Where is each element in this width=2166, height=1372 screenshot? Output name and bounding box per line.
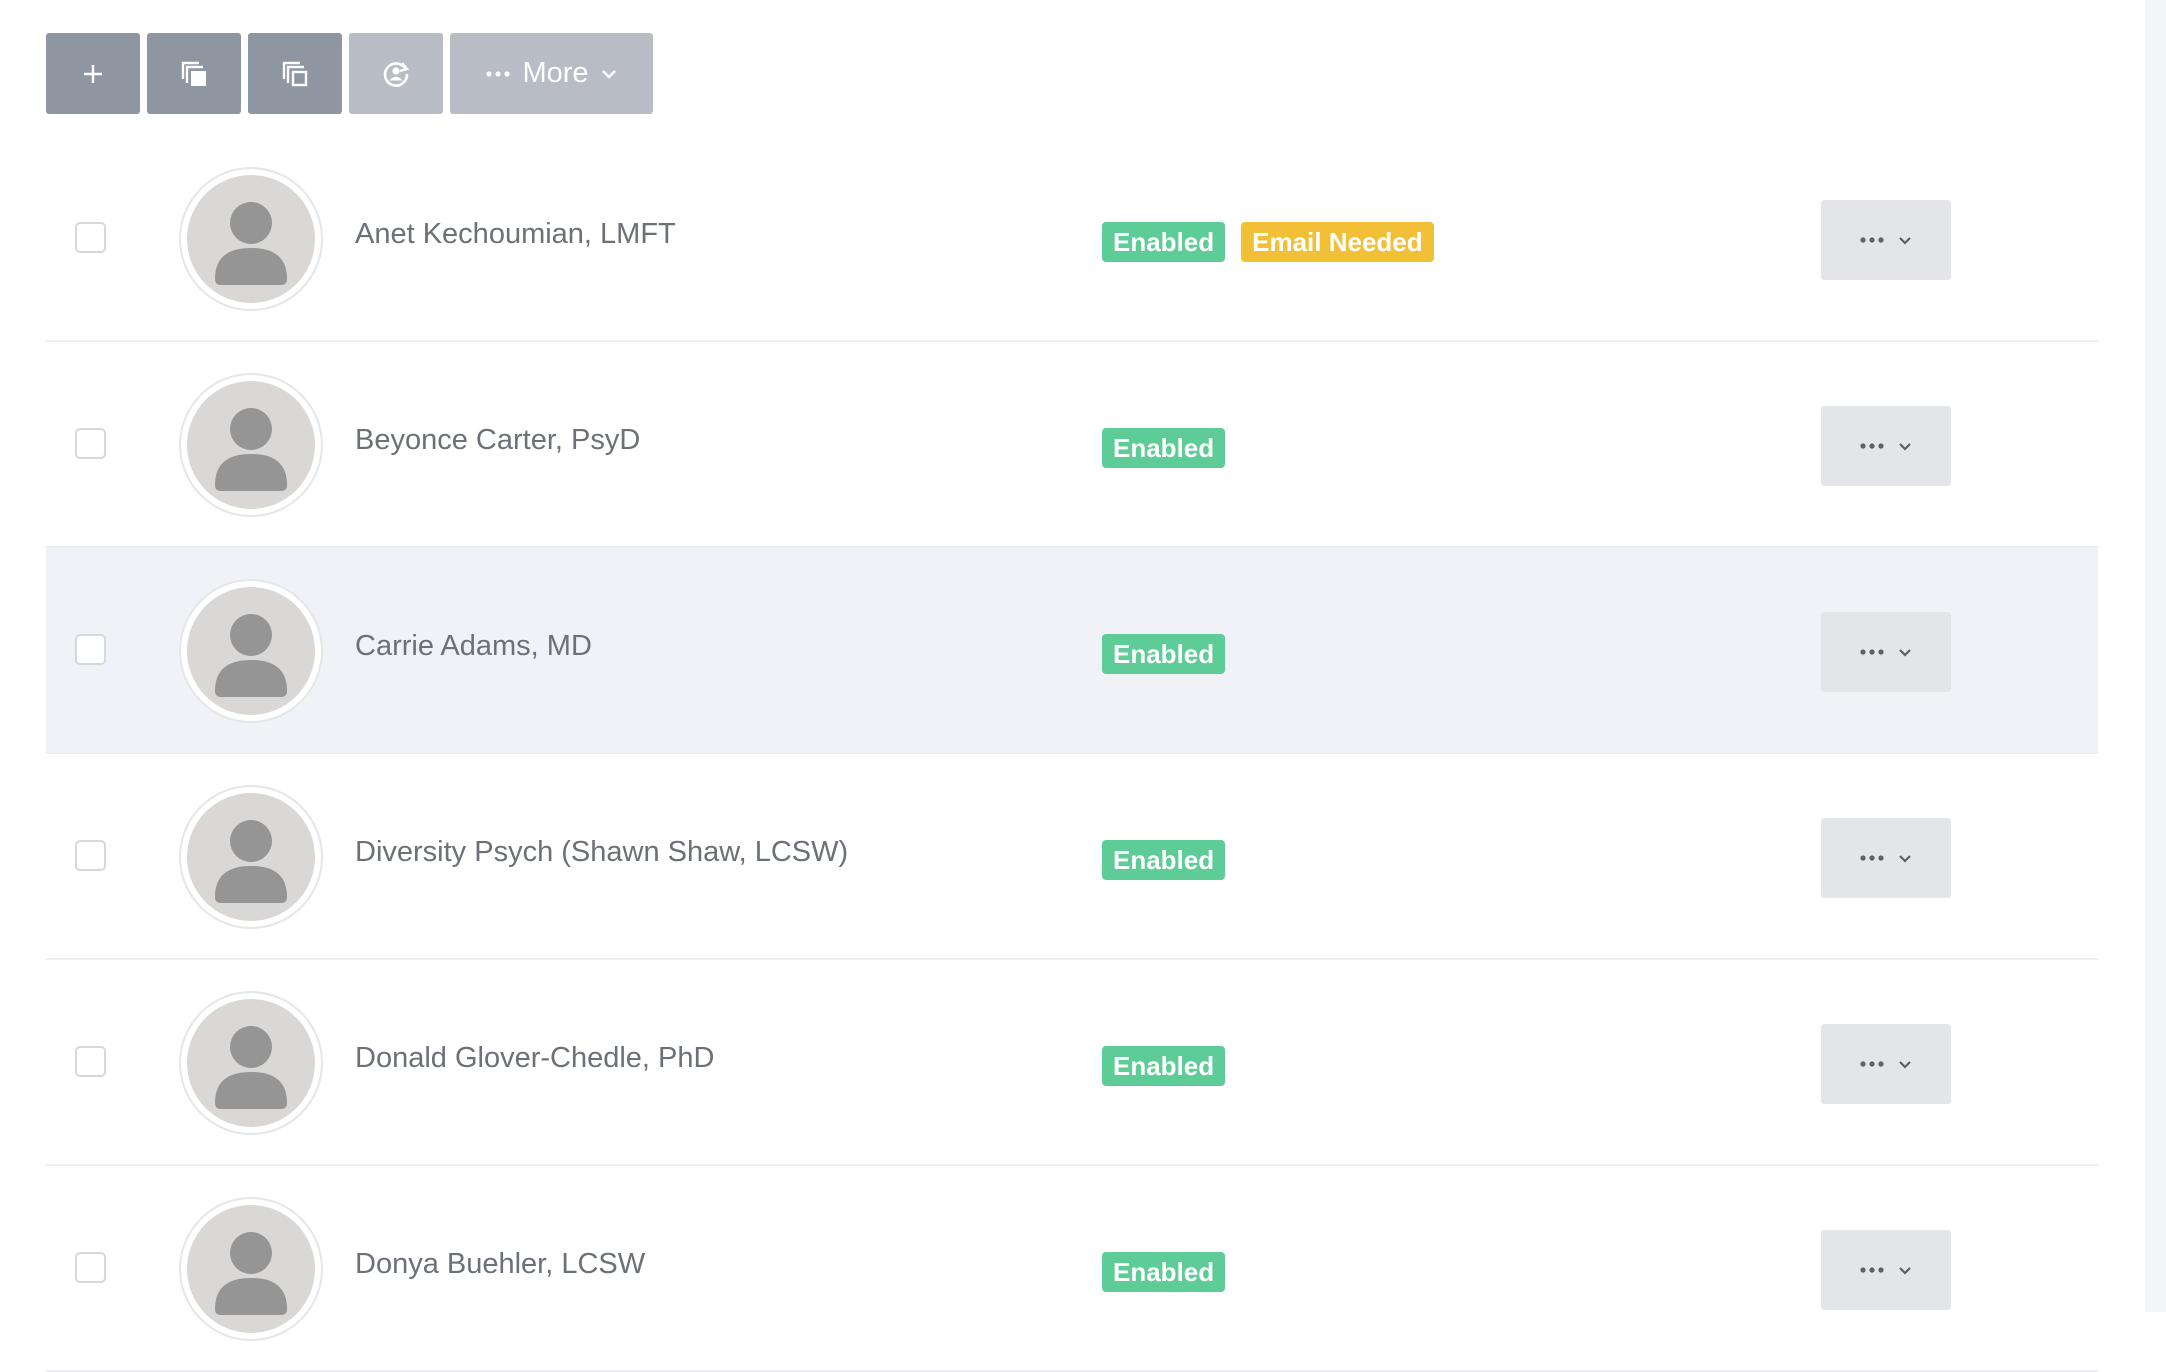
- chevron-down-icon: [1898, 1060, 1912, 1069]
- status-badges: Enabled: [1102, 428, 1226, 468]
- user-placeholder-icon: [187, 587, 315, 715]
- user-placeholder-icon: [187, 1205, 315, 1333]
- table-row[interactable]: Donya Buehler, LCSW Enabled: [46, 1166, 2098, 1372]
- table-row[interactable]: Beyonce Carter, PsyD Enabled: [46, 342, 2098, 548]
- reset-button[interactable]: [349, 33, 443, 114]
- copy-button[interactable]: [147, 33, 241, 114]
- chevron-down-icon: [1898, 236, 1912, 245]
- copy-filled-icon: [179, 59, 209, 89]
- status-badges: Enabled: [1102, 1252, 1226, 1292]
- enabled-badge: Enabled: [1102, 1046, 1226, 1086]
- ellipsis-icon: [1860, 442, 1884, 450]
- scrollbar[interactable]: [2145, 0, 2166, 1312]
- row-actions-button[interactable]: [1821, 1024, 1951, 1104]
- enabled-badge: Enabled: [1102, 428, 1226, 468]
- user-refresh-icon: [381, 59, 411, 89]
- ellipsis-icon: [1860, 236, 1884, 244]
- row-checkbox[interactable]: [75, 428, 106, 459]
- row-checkbox[interactable]: [75, 1046, 106, 1077]
- avatar: [179, 579, 323, 723]
- status-badges: Enabled Email Needed: [1102, 222, 1434, 262]
- row-actions-button[interactable]: [1821, 1230, 1951, 1310]
- row-checkbox[interactable]: [75, 634, 106, 665]
- row-checkbox[interactable]: [75, 1252, 106, 1283]
- chevron-down-icon: [1898, 442, 1912, 451]
- plus-icon: [81, 62, 105, 86]
- user-placeholder-icon: [187, 999, 315, 1127]
- avatar: [179, 991, 323, 1135]
- enabled-badge: Enabled: [1102, 840, 1226, 880]
- avatar: [179, 167, 323, 311]
- add-button[interactable]: [46, 33, 140, 114]
- email-needed-badge: Email Needed: [1241, 222, 1434, 262]
- copy-outline-icon: [280, 59, 310, 89]
- avatar: [179, 373, 323, 517]
- ellipsis-icon: [1860, 1060, 1884, 1068]
- more-button[interactable]: More: [450, 33, 653, 114]
- chevron-down-icon: [1898, 1266, 1912, 1275]
- provider-name[interactable]: Donya Buehler, LCSW: [355, 1248, 645, 1281]
- table-row[interactable]: Carrie Adams, MD Enabled: [46, 548, 2098, 754]
- enabled-badge: Enabled: [1102, 222, 1226, 262]
- table-row[interactable]: Anet Kechoumian, LMFT Enabled Email Needed: [46, 136, 2098, 342]
- provider-name[interactable]: Anet Kechoumian, LMFT: [355, 218, 676, 251]
- chevron-down-icon: [1898, 854, 1912, 863]
- provider-name[interactable]: Diversity Psych (Shawn Shaw, LCSW): [355, 836, 848, 869]
- toolbar: More: [46, 33, 653, 114]
- provider-name[interactable]: Donald Glover-Chedle, PhD: [355, 1042, 714, 1075]
- chevron-down-icon: [1898, 648, 1912, 657]
- chevron-down-icon: [601, 69, 617, 79]
- avatar: [179, 1197, 323, 1341]
- more-label: More: [522, 57, 589, 89]
- table-row[interactable]: Diversity Psych (Shawn Shaw, LCSW) Enable…: [46, 754, 2098, 960]
- status-badges: Enabled: [1102, 840, 1226, 880]
- duplicate-button[interactable]: [248, 33, 342, 114]
- ellipsis-icon: [1860, 854, 1884, 862]
- row-checkbox[interactable]: [75, 840, 106, 871]
- row-actions-button[interactable]: [1821, 406, 1951, 486]
- row-checkbox[interactable]: [75, 222, 106, 253]
- user-placeholder-icon: [187, 793, 315, 921]
- enabled-badge: Enabled: [1102, 1252, 1226, 1292]
- row-actions-button[interactable]: [1821, 818, 1951, 898]
- status-badges: Enabled: [1102, 634, 1226, 674]
- enabled-badge: Enabled: [1102, 634, 1226, 674]
- user-placeholder-icon: [187, 381, 315, 509]
- ellipsis-icon: [1860, 1266, 1884, 1274]
- provider-name[interactable]: Beyonce Carter, PsyD: [355, 424, 640, 457]
- provider-name[interactable]: Carrie Adams, MD: [355, 630, 592, 663]
- status-badges: Enabled: [1102, 1046, 1226, 1086]
- provider-list: Anet Kechoumian, LMFT Enabled Email Needed…: [46, 136, 2098, 1372]
- avatar: [179, 785, 323, 929]
- row-actions-button[interactable]: [1821, 612, 1951, 692]
- ellipsis-icon: [1860, 648, 1884, 656]
- user-placeholder-icon: [187, 175, 315, 303]
- ellipsis-icon: [486, 70, 511, 78]
- row-actions-button[interactable]: [1821, 200, 1951, 280]
- table-row[interactable]: Donald Glover-Chedle, PhD Enabled: [46, 960, 2098, 1166]
